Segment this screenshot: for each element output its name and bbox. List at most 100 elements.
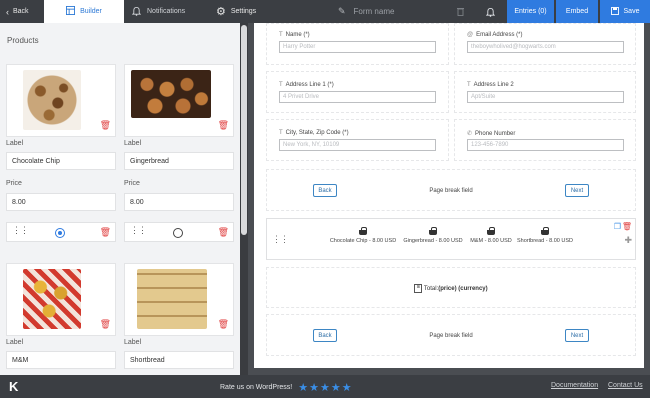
tab-builder[interactable]: Builder	[44, 0, 124, 23]
save-button[interactable]: Save	[600, 0, 650, 23]
label-caption: Label	[124, 140, 142, 147]
phone-icon: ✆	[467, 131, 473, 137]
gear-icon: ⚙	[216, 6, 226, 18]
delete-form-icon[interactable]	[452, 0, 468, 23]
form-field-email[interactable]: @ Email Address (*) theboywholived@hogwar…	[454, 23, 636, 65]
product-option-label: Shortbread - 8.00 USD	[517, 238, 573, 244]
delete-product-icon[interactable]: 🗑	[218, 227, 229, 238]
product-label-input[interactable]: Gingerbread	[124, 152, 234, 170]
tab-settings[interactable]: ⚙ Settings	[212, 0, 272, 23]
product-controls: ⋮⋮ 🗑	[6, 222, 116, 242]
tab-notifications-label: Notifications	[147, 8, 186, 15]
address2-input[interactable]: Apt/Suite	[467, 91, 624, 103]
city-field-label: T City, State, Zip Code (*)	[279, 130, 349, 136]
notification-bell-icon[interactable]	[482, 0, 498, 23]
pencil-icon: ✎	[338, 6, 346, 16]
delete-product-icon[interactable]: 🗑	[218, 120, 229, 131]
entries-button[interactable]: Entries (0)	[507, 0, 554, 23]
back-button[interactable]: ‹ Back	[0, 0, 44, 23]
products-title: Products	[7, 36, 39, 45]
product-label-input[interactable]: M&M	[6, 351, 116, 369]
address2-field-label: T Address Line 2	[467, 82, 514, 88]
phone-label-text: Phone Number	[475, 130, 516, 137]
text-field-icon: T	[279, 130, 283, 136]
tab-notifications[interactable]: Notifications	[126, 0, 208, 23]
product-price-input[interactable]: 8.00	[6, 193, 116, 211]
form-field-name[interactable]: T Name (*) Harry Potter	[266, 23, 449, 65]
move-icon[interactable]: ✚	[624, 235, 632, 246]
total-label: Total:	[423, 286, 439, 293]
page-next-button[interactable]: Next	[565, 184, 589, 197]
footer-bar: K Rate us on WordPress! ★★★★★ Documentat…	[0, 375, 650, 398]
city-input[interactable]: New York, NY, 10109	[279, 139, 436, 151]
product-image-card[interactable]: 🗑	[6, 64, 116, 137]
total-field[interactable]: ⊞ Total:(price) (currency)	[266, 267, 636, 308]
product-image-card[interactable]: 🗑	[124, 263, 234, 336]
builder-icon	[66, 6, 76, 17]
documentation-link[interactable]: Documentation	[551, 382, 598, 389]
page-break-field[interactable]: Back Page break field Next	[266, 314, 636, 356]
form-field-address2[interactable]: T Address Line 2 Apt/Suite	[454, 71, 636, 113]
address1-field-label: T Address Line 1 (*)	[279, 82, 334, 88]
basket-icon	[540, 227, 550, 235]
drag-handle-icon[interactable]: ⋮⋮	[272, 234, 289, 245]
product-option[interactable]: Chocolate Chip - 8.00 USD	[329, 227, 397, 244]
bell-icon	[131, 6, 142, 18]
page-next-button[interactable]: Next	[565, 329, 589, 342]
label-caption: Label	[6, 339, 24, 346]
label-caption: Label	[6, 140, 24, 147]
product-option-label: M&M - 8.00 USD	[470, 238, 512, 244]
drag-handle-icon[interactable]: ⋮⋮	[130, 226, 147, 235]
total-text: ⊞ Total:(price) (currency)	[267, 284, 635, 293]
email-label-text: Email Address (*)	[476, 32, 523, 38]
contact-us-link[interactable]: Contact Us	[608, 382, 643, 389]
product-controls: ⋮⋮ 🗑	[124, 222, 234, 242]
delete-product-icon[interactable]: 🗑	[100, 319, 111, 330]
email-input[interactable]: theboywholived@hogwarts.com	[467, 41, 624, 53]
embed-button[interactable]: Embed	[556, 0, 598, 23]
name-input[interactable]: Harry Potter	[279, 41, 436, 53]
product-price-input[interactable]: 8.00	[124, 193, 234, 211]
product-field[interactable]: ⋮⋮ Chocolate Chip - 8.00 USD Gingerbread…	[266, 218, 636, 260]
phone-input[interactable]: 123-456-7890	[467, 139, 624, 151]
brand-logo: K	[9, 379, 19, 394]
product-option[interactable]: Shortbread - 8.00 USD	[514, 227, 576, 244]
product-option[interactable]: M&M - 8.00 USD	[466, 227, 516, 244]
scrollbar-thumb[interactable]	[241, 25, 247, 235]
product-label-input[interactable]: Chocolate Chip	[6, 152, 116, 170]
form-name-field[interactable]: ✎ Form name	[330, 0, 440, 23]
default-product-radio[interactable]	[173, 228, 183, 238]
delete-product-icon[interactable]: 🗑	[100, 227, 111, 238]
products-scrollbar[interactable]	[240, 23, 248, 375]
form-canvas: T Name (*) Harry Potter @ Email Address (*…	[254, 23, 644, 368]
form-field-phone[interactable]: ✆ Phone Number 123-456-7890	[454, 119, 636, 161]
tab-settings-label: Settings	[230, 8, 257, 15]
product-image-card[interactable]: 🗑	[124, 64, 234, 137]
form-field-city[interactable]: T City, State, Zip Code (*) New York, NY,…	[266, 119, 449, 161]
basket-icon	[486, 227, 496, 235]
delete-field-icon[interactable]: 🗑	[622, 222, 632, 231]
star-rating-icon[interactable]: ★★★★★	[298, 381, 352, 394]
page-break-field[interactable]: Back Page break field Next	[266, 169, 636, 211]
calculator-icon: ⊞	[414, 284, 423, 293]
product-image-mm	[23, 269, 81, 329]
address1-input[interactable]: 4 Privet Drive	[279, 91, 436, 103]
delete-product-icon[interactable]: 🗑	[100, 120, 111, 131]
product-image-card[interactable]: 🗑	[6, 263, 116, 336]
total-expression: (price) (currency)	[438, 286, 488, 293]
duplicate-icon[interactable]: ❐	[614, 222, 621, 231]
product-option[interactable]: Gingerbread - 8.00 USD	[401, 227, 465, 244]
form-field-address1[interactable]: T Address Line 1 (*) 4 Privet Drive	[266, 71, 449, 113]
back-label: Back	[13, 8, 29, 15]
price-caption: Price	[6, 180, 22, 187]
name-field-label: T Name (*)	[279, 32, 310, 38]
basket-icon	[428, 227, 438, 235]
product-option-label: Gingerbread - 8.00 USD	[403, 238, 463, 244]
drag-handle-icon[interactable]: ⋮⋮	[12, 226, 29, 235]
default-product-radio[interactable]	[55, 228, 65, 238]
delete-product-icon[interactable]: 🗑	[218, 319, 229, 330]
product-label-input[interactable]: Shortbread	[124, 351, 234, 369]
text-field-icon: T	[467, 82, 471, 88]
rate-us[interactable]: Rate us on WordPress! ★★★★★	[220, 381, 353, 394]
text-field-icon: T	[279, 32, 283, 38]
